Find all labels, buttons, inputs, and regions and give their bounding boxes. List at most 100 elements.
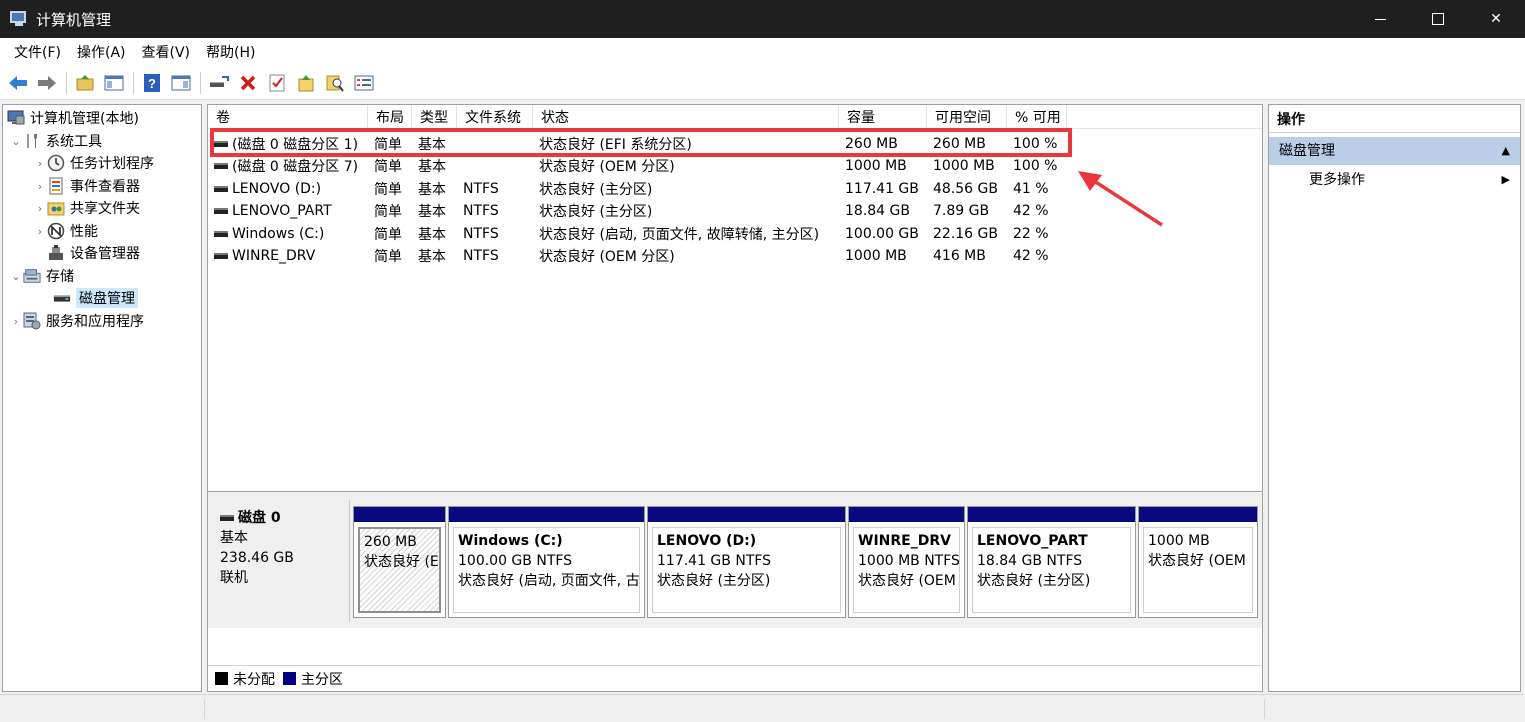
menu-help[interactable]: 帮助(H) xyxy=(198,42,263,62)
partition-type-bar xyxy=(1139,507,1257,523)
volume-type: 基本 xyxy=(418,249,446,265)
column-header-free-space[interactable]: 可用空间 xyxy=(927,105,1007,129)
show-hide-tree-icon[interactable] xyxy=(102,71,126,95)
tree-item-task-scheduler[interactable]: › 任务计划程序 xyxy=(33,152,154,174)
partition-status: 状态良好 (OEM xyxy=(858,573,956,589)
disk-icon xyxy=(214,163,228,169)
partition-status: 状态良好 (E xyxy=(364,554,439,570)
minimize-button[interactable] xyxy=(1351,0,1409,38)
partition-size: 260 MB xyxy=(364,534,417,550)
disk-icon xyxy=(214,231,228,237)
tree-item-performance[interactable]: › 性能 xyxy=(33,220,98,242)
shared-folder-icon xyxy=(47,199,65,217)
partition-block[interactable]: Windows (C:) 100.00 GB NTFS 状态良好 (启动, 页面… xyxy=(448,506,645,618)
volume-layout: 简单 xyxy=(374,227,402,243)
tree-item-system-tools[interactable]: ⌄ 系统工具 xyxy=(9,130,102,152)
volume-row[interactable]: (磁盘 0 磁盘分区 7) 简单 基本 状态良好 (OEM 分区) 1000 M… xyxy=(208,155,1067,177)
column-header-percent-free[interactable]: % 可用 xyxy=(1007,105,1067,129)
partition-block[interactable]: WINRE_DRV 1000 MB NTFS 状态良好 (OEM xyxy=(848,506,965,618)
column-header-status[interactable]: 状态 xyxy=(533,105,839,129)
partition-size: 1000 MB xyxy=(1148,533,1210,549)
maximize-button[interactable] xyxy=(1409,0,1467,38)
volume-percent-free: 22 % xyxy=(1013,226,1049,242)
connect-icon[interactable] xyxy=(207,71,231,95)
column-header-volume[interactable]: 卷 xyxy=(208,105,368,129)
volume-name: LENOVO_PART xyxy=(232,203,332,219)
actions-section-disk-management[interactable]: 磁盘管理 ▲ xyxy=(1269,137,1520,165)
disk-info-panel[interactable]: 磁盘 0 基本 238.46 GB 联机 xyxy=(210,500,350,622)
partition-name: Windows (C:) xyxy=(458,533,563,549)
volume-status: 状态良好 (EFI 系统分区) xyxy=(539,137,692,153)
partition-status: 状态良好 (主分区) xyxy=(657,573,771,589)
tree-item-storage[interactable]: ⌄ 存储 xyxy=(9,265,74,287)
chevron-right-icon[interactable]: › xyxy=(33,225,47,238)
volume-row[interactable]: LENOVO_PART 简单 基本 NTFS 状态良好 (主分区) 18.84 … xyxy=(208,200,1067,222)
menu-view[interactable]: 查看(V) xyxy=(134,42,199,62)
chevron-right-icon[interactable]: › xyxy=(9,315,23,328)
tree-item-shared-folders[interactable]: › 共享文件夹 xyxy=(33,197,140,219)
close-button[interactable]: ✕ xyxy=(1467,0,1525,38)
partition-block[interactable]: LENOVO_PART 18.84 GB NTFS 状态良好 (主分区) xyxy=(967,506,1136,618)
partition-size: 18.84 GB NTFS xyxy=(977,553,1083,569)
search-icon[interactable] xyxy=(323,71,347,95)
chevron-right-icon[interactable]: › xyxy=(33,180,47,193)
toolbar-separator xyxy=(200,71,201,94)
computer-management-icon xyxy=(7,109,25,127)
tree-item-device-manager[interactable]: 设备管理器 xyxy=(47,242,140,264)
submenu-arrow-icon: ▶ xyxy=(1501,173,1510,186)
chevron-right-icon[interactable]: › xyxy=(33,202,47,215)
volume-type: 基本 xyxy=(418,204,446,220)
disk-name: 磁盘 0 xyxy=(238,510,281,526)
back-arrow-icon[interactable] xyxy=(6,71,30,95)
volume-row[interactable]: (磁盘 0 磁盘分区 1) 简单 基本 状态良好 (EFI 系统分区) 260 … xyxy=(208,133,1067,155)
column-header-layout[interactable]: 布局 xyxy=(368,105,412,129)
partition-name: WINRE_DRV xyxy=(858,533,951,549)
help-icon[interactable]: ? xyxy=(140,71,164,95)
partition-block[interactable]: 260 MB 状态良好 (E xyxy=(353,506,446,618)
chevron-down-icon[interactable]: ⌄ xyxy=(9,270,23,283)
list-icon[interactable] xyxy=(352,71,376,95)
disk-management-icon xyxy=(53,289,71,307)
partition-type-bar xyxy=(449,507,644,523)
volume-status: 状态良好 (主分区) xyxy=(539,204,653,220)
partition-name: LENOVO (D:) xyxy=(657,533,757,549)
title-bar: 计算机管理 ✕ xyxy=(0,0,1525,38)
tree-item-services-apps[interactable]: › 服务和应用程序 xyxy=(9,310,144,332)
volume-row[interactable]: WINRE_DRV 简单 基本 NTFS 状态良好 (OEM 分区) 1000 … xyxy=(208,245,1067,267)
volume-filesystem: NTFS xyxy=(463,226,499,242)
partition-status: 状态良好 (启动, 页面文件, 古 xyxy=(458,573,640,589)
up-folder-icon[interactable] xyxy=(73,71,97,95)
partition-type-bar xyxy=(648,507,845,523)
toolbar-separator xyxy=(133,71,134,94)
volume-name: (磁盘 0 磁盘分区 1) xyxy=(232,137,359,153)
volume-row[interactable]: Windows (C:) 简单 基本 NTFS 状态良好 (启动, 页面文件, … xyxy=(208,223,1067,245)
tree-item-computer-management[interactable]: 计算机管理(本地) xyxy=(7,107,139,129)
menu-action[interactable]: 操作(A) xyxy=(69,42,134,62)
delete-icon[interactable] xyxy=(236,71,260,95)
services-icon xyxy=(23,312,41,330)
column-header-capacity[interactable]: 容量 xyxy=(839,105,927,129)
column-header-type[interactable]: 类型 xyxy=(412,105,457,129)
collapse-triangle-icon[interactable]: ▲ xyxy=(1502,137,1510,165)
menu-file[interactable]: 文件(F) xyxy=(6,42,69,62)
properties-icon[interactable] xyxy=(265,71,289,95)
volume-free-space: 22.16 GB xyxy=(933,226,998,242)
partition-block[interactable]: 1000 MB 状态良好 (OEM xyxy=(1138,506,1258,618)
column-header-filesystem[interactable]: 文件系统 xyxy=(457,105,533,129)
forward-arrow-icon[interactable] xyxy=(35,71,59,95)
volume-row[interactable]: LENOVO (D:) 简单 基本 NTFS 状态良好 (主分区) 117.41… xyxy=(208,178,1067,200)
show-hide-action-pane-icon[interactable] xyxy=(169,71,193,95)
open-icon[interactable] xyxy=(294,71,318,95)
volume-capacity: 18.84 GB xyxy=(845,203,910,219)
tree-item-event-viewer[interactable]: › 事件查看器 xyxy=(33,175,140,197)
chevron-right-icon[interactable]: › xyxy=(33,157,47,170)
tree-item-disk-management[interactable]: 磁盘管理 xyxy=(53,287,138,309)
volume-layout: 简单 xyxy=(374,204,402,220)
volume-type: 基本 xyxy=(418,137,446,153)
chevron-down-icon[interactable]: ⌄ xyxy=(9,135,23,148)
volume-free-space: 1000 MB xyxy=(933,158,995,174)
partition-block[interactable]: LENOVO (D:) 117.41 GB NTFS 状态良好 (主分区) xyxy=(647,506,846,618)
volume-type: 基本 xyxy=(418,227,446,243)
more-actions-item[interactable]: 更多操作 ▶ xyxy=(1269,165,1520,193)
partition-size: 1000 MB NTFS xyxy=(858,553,960,569)
